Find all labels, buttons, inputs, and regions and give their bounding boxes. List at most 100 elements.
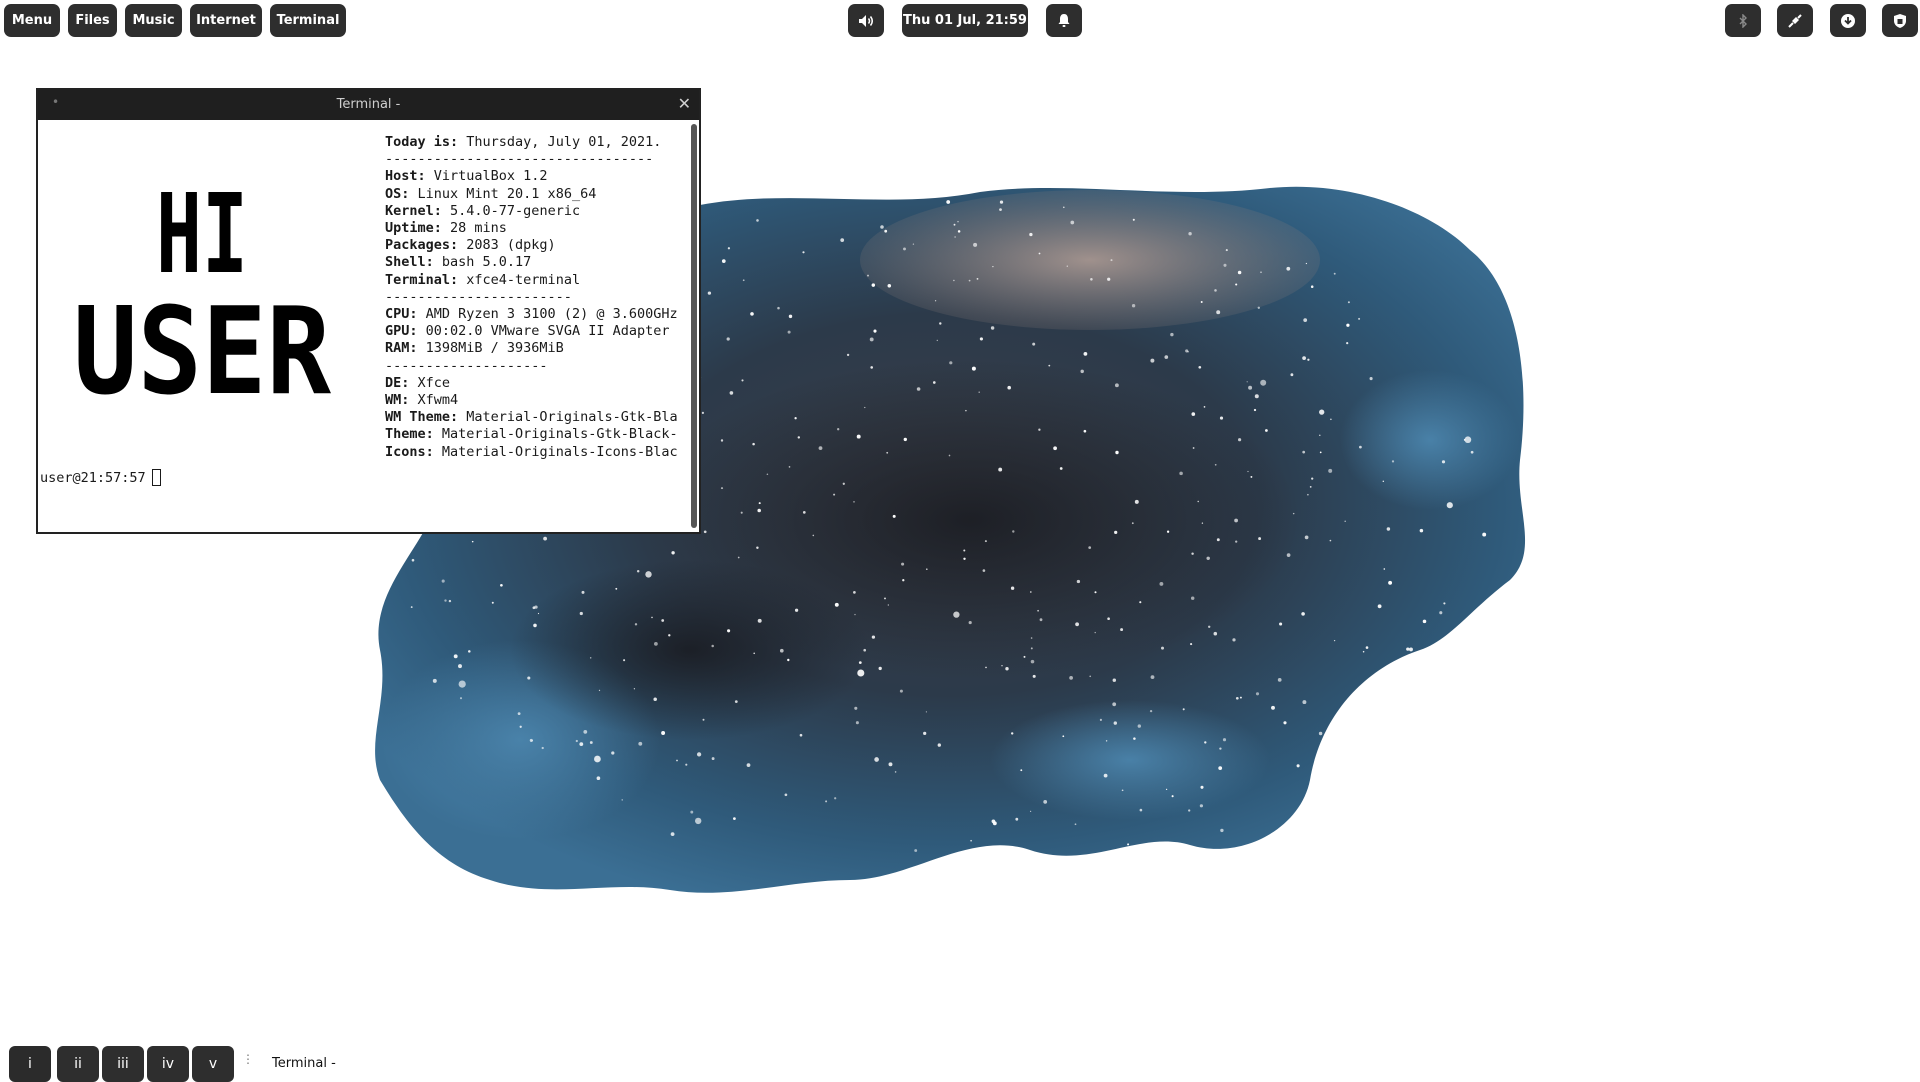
workspace-5-button[interactable]: v <box>192 1046 234 1082</box>
star-speckle <box>1302 356 1306 360</box>
info-value: Material-Originals-Gtk-Bla <box>458 409 678 426</box>
star-speckle <box>797 436 801 439</box>
star-speckle <box>992 265 994 268</box>
star-speckle <box>1032 342 1036 346</box>
star-speckle <box>1397 736 1400 740</box>
star-speckle <box>638 741 643 746</box>
shell-prompt[interactable]: user@21:57:57 <box>40 469 161 486</box>
star-speckle <box>1114 383 1119 388</box>
ascii-art-line-user: USER <box>73 283 332 410</box>
star-speckle <box>1253 408 1257 412</box>
star-speckle <box>720 439 724 442</box>
terminal-titlebar[interactable]: • Terminal - ✕ <box>38 90 699 120</box>
star-speckle <box>888 762 893 767</box>
star-speckle <box>870 366 873 369</box>
star-speckle <box>777 306 780 310</box>
star-speckle <box>615 587 618 590</box>
terminal-launcher-button[interactable]: Terminal <box>270 4 346 37</box>
star-speckle <box>1237 270 1242 275</box>
star-speckle <box>874 757 879 762</box>
star-speckle <box>1088 546 1092 549</box>
workspace-4-button[interactable]: iv <box>147 1046 189 1082</box>
internet-button[interactable]: Internet <box>190 4 262 37</box>
close-icon[interactable]: ✕ <box>678 94 691 113</box>
star-speckle <box>1247 470 1249 473</box>
star-speckle <box>948 454 951 457</box>
star-speckle <box>858 661 862 664</box>
star-speckle <box>894 771 897 773</box>
star-speckle <box>1032 674 1036 678</box>
star-speckle <box>519 725 522 728</box>
bluetooth-button[interactable] <box>1725 4 1761 37</box>
workspace-2-button[interactable]: ii <box>57 1046 99 1082</box>
star-speckle <box>410 606 413 609</box>
star-speckle <box>1377 604 1382 609</box>
star-speckle <box>899 689 903 693</box>
star-speckle <box>1388 580 1393 585</box>
info-value: bash 5.0.17 <box>433 254 532 271</box>
star-speckle <box>1409 647 1413 652</box>
menu-button[interactable]: Menu <box>4 4 60 37</box>
star-speckle <box>1319 409 1325 415</box>
star-speckle <box>965 409 967 412</box>
star-speckle <box>1094 631 1096 634</box>
star-speckle <box>1090 278 1093 281</box>
star-speckle <box>934 300 937 302</box>
network-button[interactable] <box>1777 4 1813 37</box>
volume-button[interactable] <box>848 4 884 37</box>
star-speckle <box>1038 428 1041 431</box>
star-speckle <box>1216 310 1221 315</box>
star-speckle <box>1010 586 1015 590</box>
notifications-button[interactable] <box>1046 4 1082 37</box>
clock[interactable]: Thu 01 Jul, 21:59 <box>902 4 1028 37</box>
star-speckle <box>1038 252 1041 255</box>
star-speckle <box>1131 304 1136 308</box>
updates-button[interactable] <box>1830 4 1866 37</box>
star-speckle <box>711 644 714 648</box>
files-button[interactable]: Files <box>68 4 117 37</box>
star-speckle <box>1441 460 1446 464</box>
star-speckle <box>1482 532 1487 537</box>
panel-handle-icon[interactable]: ⋮ <box>242 1053 254 1065</box>
star-speckle <box>1307 493 1309 496</box>
star-speckle <box>846 353 850 357</box>
terminal-output[interactable]: HI USER Today is: Thursday, July 01, 202… <box>38 120 699 532</box>
star-speckle <box>1235 283 1238 286</box>
star-speckle <box>1330 418 1332 421</box>
star-speckle <box>1197 500 1199 503</box>
star-speckle <box>1198 365 1202 369</box>
terminal-window[interactable]: • Terminal - ✕ HI USER Today is: Thursda… <box>36 88 701 534</box>
star-speckle <box>721 259 726 263</box>
star-speckle <box>740 511 743 514</box>
star-speckle <box>842 482 845 485</box>
star-speckle <box>636 569 640 573</box>
star-speckle <box>589 741 593 744</box>
star-speckle <box>1103 773 1108 778</box>
star-speckle <box>579 742 584 746</box>
security-button[interactable] <box>1882 4 1918 37</box>
terminal-scrollbar[interactable] <box>691 124 697 528</box>
star-speckle <box>1493 636 1496 640</box>
taskbar-item-terminal[interactable]: Terminal - <box>272 1056 336 1071</box>
star-speckle <box>867 274 869 277</box>
star-speckle <box>1113 721 1117 725</box>
star-speckle <box>1048 364 1051 367</box>
workspace-1-button[interactable]: i <box>9 1046 51 1082</box>
star-speckle <box>1257 306 1260 309</box>
star-speckle <box>756 546 759 549</box>
star-speckle <box>1223 263 1227 267</box>
star-speckle <box>878 666 882 671</box>
star-speckle <box>579 611 583 616</box>
star-speckle <box>923 731 927 736</box>
star-speckle <box>1329 539 1332 542</box>
star-speckle <box>746 763 751 767</box>
speaker-icon <box>859 14 873 27</box>
star-speckle <box>1063 206 1065 209</box>
star-speckle <box>1150 358 1155 363</box>
workspace-3-button[interactable]: iii <box>102 1046 144 1082</box>
star-speckle <box>685 763 688 766</box>
music-button[interactable]: Music <box>125 4 182 37</box>
star-speckle <box>1386 527 1391 531</box>
star-speckle <box>1191 412 1196 416</box>
star-speckle <box>432 678 437 683</box>
